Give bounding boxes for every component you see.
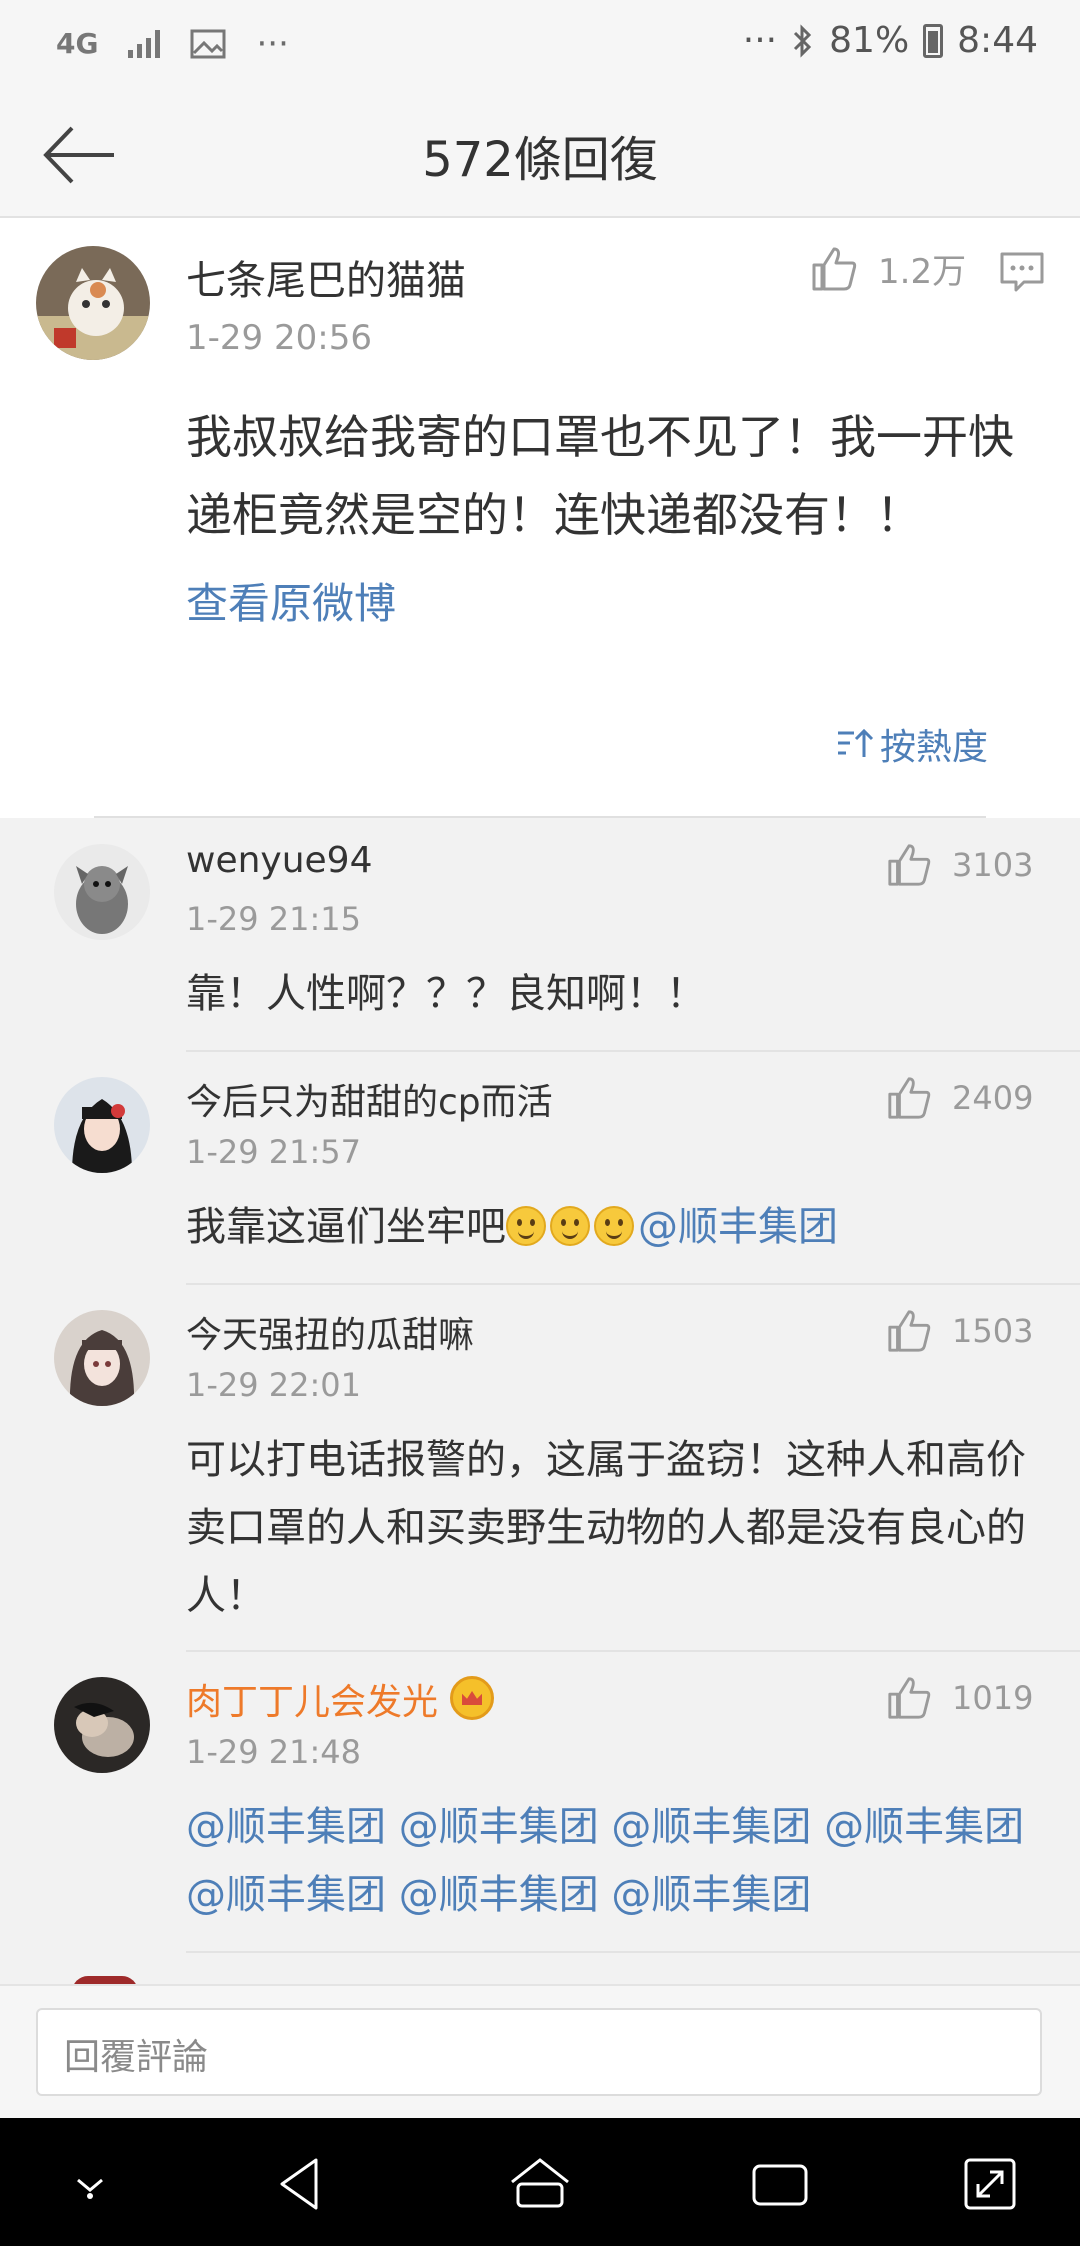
smile-emoji-icon [506,1206,546,1246]
divider [186,1050,1080,1052]
comment-button[interactable] [998,248,1046,296]
reply-item: 今后只为甜甜的cp而活 1-29 21:57 2409 我靠这逼们坐牢吧 @顺丰集… [0,1053,1080,1285]
divider [186,1650,1080,1652]
reply-timestamp: 1-29 21:15 [186,900,362,938]
thumbs-up-icon [888,844,931,886]
reply-like-count: 3103 [952,846,1034,884]
comment-icon [1000,252,1044,292]
reply-text[interactable]: @顺丰集团 @顺丰集团 @顺丰集团 @顺丰集团 @顺丰集团 @顺丰集团 @顺丰集… [186,1793,1036,1929]
signal-icon [128,30,161,58]
thumbs-up-icon [888,1677,931,1719]
reply-username[interactable]: 今后只为甜甜的cp而活 [186,1073,553,1125]
status-bar: 4G ··· ··· 81% 8:44 [0,0,1080,90]
reply-item: 今天强扭的瓜甜嘛 1-29 22:01 1503 可以打电话报警的，这属于盗窃！… [0,1286,1080,1652]
page-title: 572條回復 [422,132,658,188]
reply-input-bar: 回覆評論 [0,1984,1080,2118]
reply-text: 我靠这逼们坐牢吧 @顺丰集团 [186,1193,1036,1261]
more-notifications-icon: ··· [256,24,289,64]
sort-icon [838,728,874,757]
smile-emoji-icon [550,1206,590,1246]
chevron-down-icon [77,2178,103,2199]
divider [94,816,986,818]
main-post: 七条尾巴的猫猫 1-29 20:56 1.2万 我叔叔给我寄的口罩也不见了！我一… [0,218,1080,818]
reply-like-count: 2409 [952,1079,1034,1117]
home-icon [511,2158,569,2208]
reply-like-count: 1503 [952,1312,1034,1350]
home-nav-button[interactable] [508,2152,572,2216]
post-timestamp: 1-29 20:56 [186,318,372,358]
battery-icon [923,23,944,58]
reply-input-placeholder: 回覆評論 [64,2037,209,2078]
post-text: 我叔叔给我寄的口罩也不见了！我一开快递柜竟然是空的！连快递都没有！！ [186,410,1014,542]
hide-nav-button[interactable] [58,2152,122,2216]
divider [186,1951,1080,1953]
system-nav-bar [0,2118,1080,2246]
reply-item: 肉丁丁儿会发光 1-29 21:48 1019 @顺丰集团 @顺丰集团 @顺丰集… [0,1653,1080,1953]
avatar[interactable] [54,1310,150,1406]
reply-text: 可以打电话报警的，这属于盗窃！这种人和高价卖口罩的人和买卖野生动物的人都是没有良… [186,1437,1026,1619]
avatar[interactable] [36,246,150,360]
back-nav-button[interactable] [268,2152,332,2216]
back-triangle-icon [280,2158,318,2210]
more-status-icon: ··· [742,20,778,61]
reply-username-text: 肉丁丁儿会发光 [186,1682,439,1723]
mention-link[interactable]: @顺丰集团 [638,1204,838,1250]
post-like-count: 1.2万 [878,252,967,292]
avatar[interactable] [54,844,150,940]
recents-nav-button[interactable] [748,2152,812,2216]
network-type: 4G [56,27,99,60]
view-original-link[interactable]: 查看原微博 [186,570,396,631]
avatar[interactable] [54,1077,150,1173]
reply-username[interactable]: wenyue94 [186,840,373,881]
sort-label: 按熱度 [880,727,989,768]
avatar[interactable] [54,1677,150,1773]
reply-timestamp: 1-29 21:48 [186,1733,362,1771]
post-like-button[interactable]: 1.2万 [810,244,966,293]
reply-like-button[interactable]: 3103 [886,842,1033,888]
vip-crown-icon [450,1676,495,1720]
reply-input[interactable]: 回覆評論 [36,2008,1042,2096]
status-left: 4G ··· [56,24,289,64]
nav-header: 572條回復 [0,90,1080,218]
status-right: ··· 81% 8:44 [743,20,1038,61]
sort-by-popularity-button[interactable]: 按熱度 [836,718,988,770]
reply-username[interactable]: 今天强扭的瓜甜嘛 [186,1306,474,1358]
clock: 8:44 [957,20,1038,61]
bluetooth-icon [794,23,812,58]
thumbs-up-icon [888,1310,931,1352]
reply-item: wenyue94 1-29 21:15 3103 靠！人性啊？？？良知啊！！ [0,820,1080,1052]
thumbs-up-icon [888,1077,931,1119]
smile-emoji-icon [594,1206,634,1246]
reply-text: 靠！人性啊？？？良知啊！！ [186,971,706,1017]
battery-percent: 81% [829,20,910,61]
divider [186,1283,1080,1285]
reply-timestamp: 1-29 22:01 [186,1366,362,1404]
expand-icon [964,2158,1016,2210]
image-notification-icon [190,29,226,59]
reply-text-content: 我靠这逼们坐牢吧 [186,1204,506,1250]
reply-username[interactable]: 肉丁丁儿会发光 [186,1673,495,1725]
reply-like-button[interactable]: 1503 [886,1308,1033,1354]
recents-icon [752,2164,808,2206]
reply-like-button[interactable]: 2409 [886,1075,1033,1121]
post-username[interactable]: 七条尾巴的猫猫 [186,248,466,306]
reply-like-button[interactable]: 1019 [886,1675,1033,1721]
reply-timestamp: 1-29 21:57 [186,1133,362,1171]
reply-like-count: 1019 [952,1679,1034,1717]
thumbs-up-icon [812,247,857,290]
screen-rotate-button[interactable] [958,2152,1022,2216]
